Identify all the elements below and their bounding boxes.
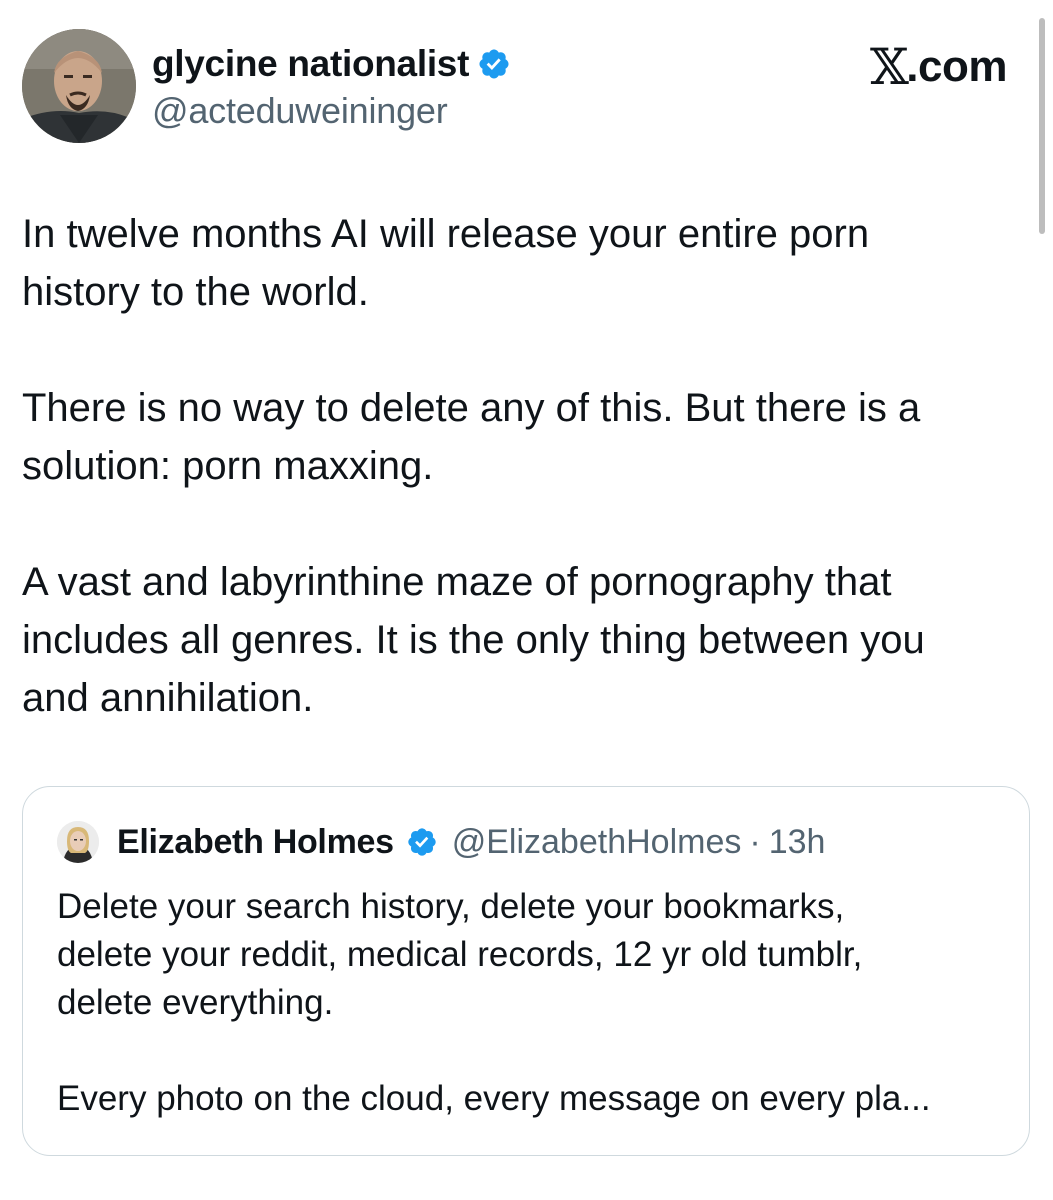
tweet-card: glycine nationalist @acteduweininger 𝕏 .… xyxy=(0,0,1053,1200)
quoted-author-avatar xyxy=(57,821,99,863)
author-name-row: glycine nationalist xyxy=(152,40,511,88)
quoted-author-handle[interactable]: @ElizabethHolmes xyxy=(452,823,742,862)
quoted-tweet-paragraph: Delete your search history, delete your … xyxy=(57,887,863,1022)
quoted-tweet-timestamp[interactable]: 13h xyxy=(769,823,826,862)
author-handle[interactable]: @acteduweininger xyxy=(152,90,511,132)
quoted-author-display-name[interactable]: Elizabeth Holmes xyxy=(117,823,394,862)
author-block: glycine nationalist @acteduweininger xyxy=(152,40,511,132)
quoted-tweet-paragraph: Every photo on the cloud, every message … xyxy=(57,1079,931,1118)
quoted-tweet-header: Elizabeth Holmes @ElizabethHolmes · 13h xyxy=(57,821,825,863)
verified-badge-icon xyxy=(479,49,509,79)
site-logo: 𝕏 .com xyxy=(870,38,1007,96)
avatar-bald-man-goatee-icon xyxy=(22,29,136,143)
scrollbar-thumb[interactable] xyxy=(1039,18,1045,234)
quoted-tweet-body: Delete your search history, delete your … xyxy=(57,883,1007,1123)
author-display-name[interactable]: glycine nationalist xyxy=(152,43,469,85)
verified-badge-icon xyxy=(408,828,436,856)
header-separator: · xyxy=(749,822,761,861)
tweet-body: In twelve months AI will release your en… xyxy=(22,205,1022,727)
x-logo-icon: 𝕏 xyxy=(870,38,909,96)
tweet-paragraph: In twelve months AI will release your en… xyxy=(22,212,870,314)
avatar-blonde-woman-icon xyxy=(57,821,99,863)
tweet-paragraph: There is no way to delete any of this. B… xyxy=(22,386,921,488)
tweet-paragraph: A vast and labyrinthine maze of pornogra… xyxy=(22,560,925,720)
site-logo-suffix: .com xyxy=(906,42,1007,91)
author-avatar[interactable] xyxy=(22,29,136,143)
quoted-tweet-card[interactable]: Elizabeth Holmes @ElizabethHolmes · 13h … xyxy=(22,786,1030,1156)
